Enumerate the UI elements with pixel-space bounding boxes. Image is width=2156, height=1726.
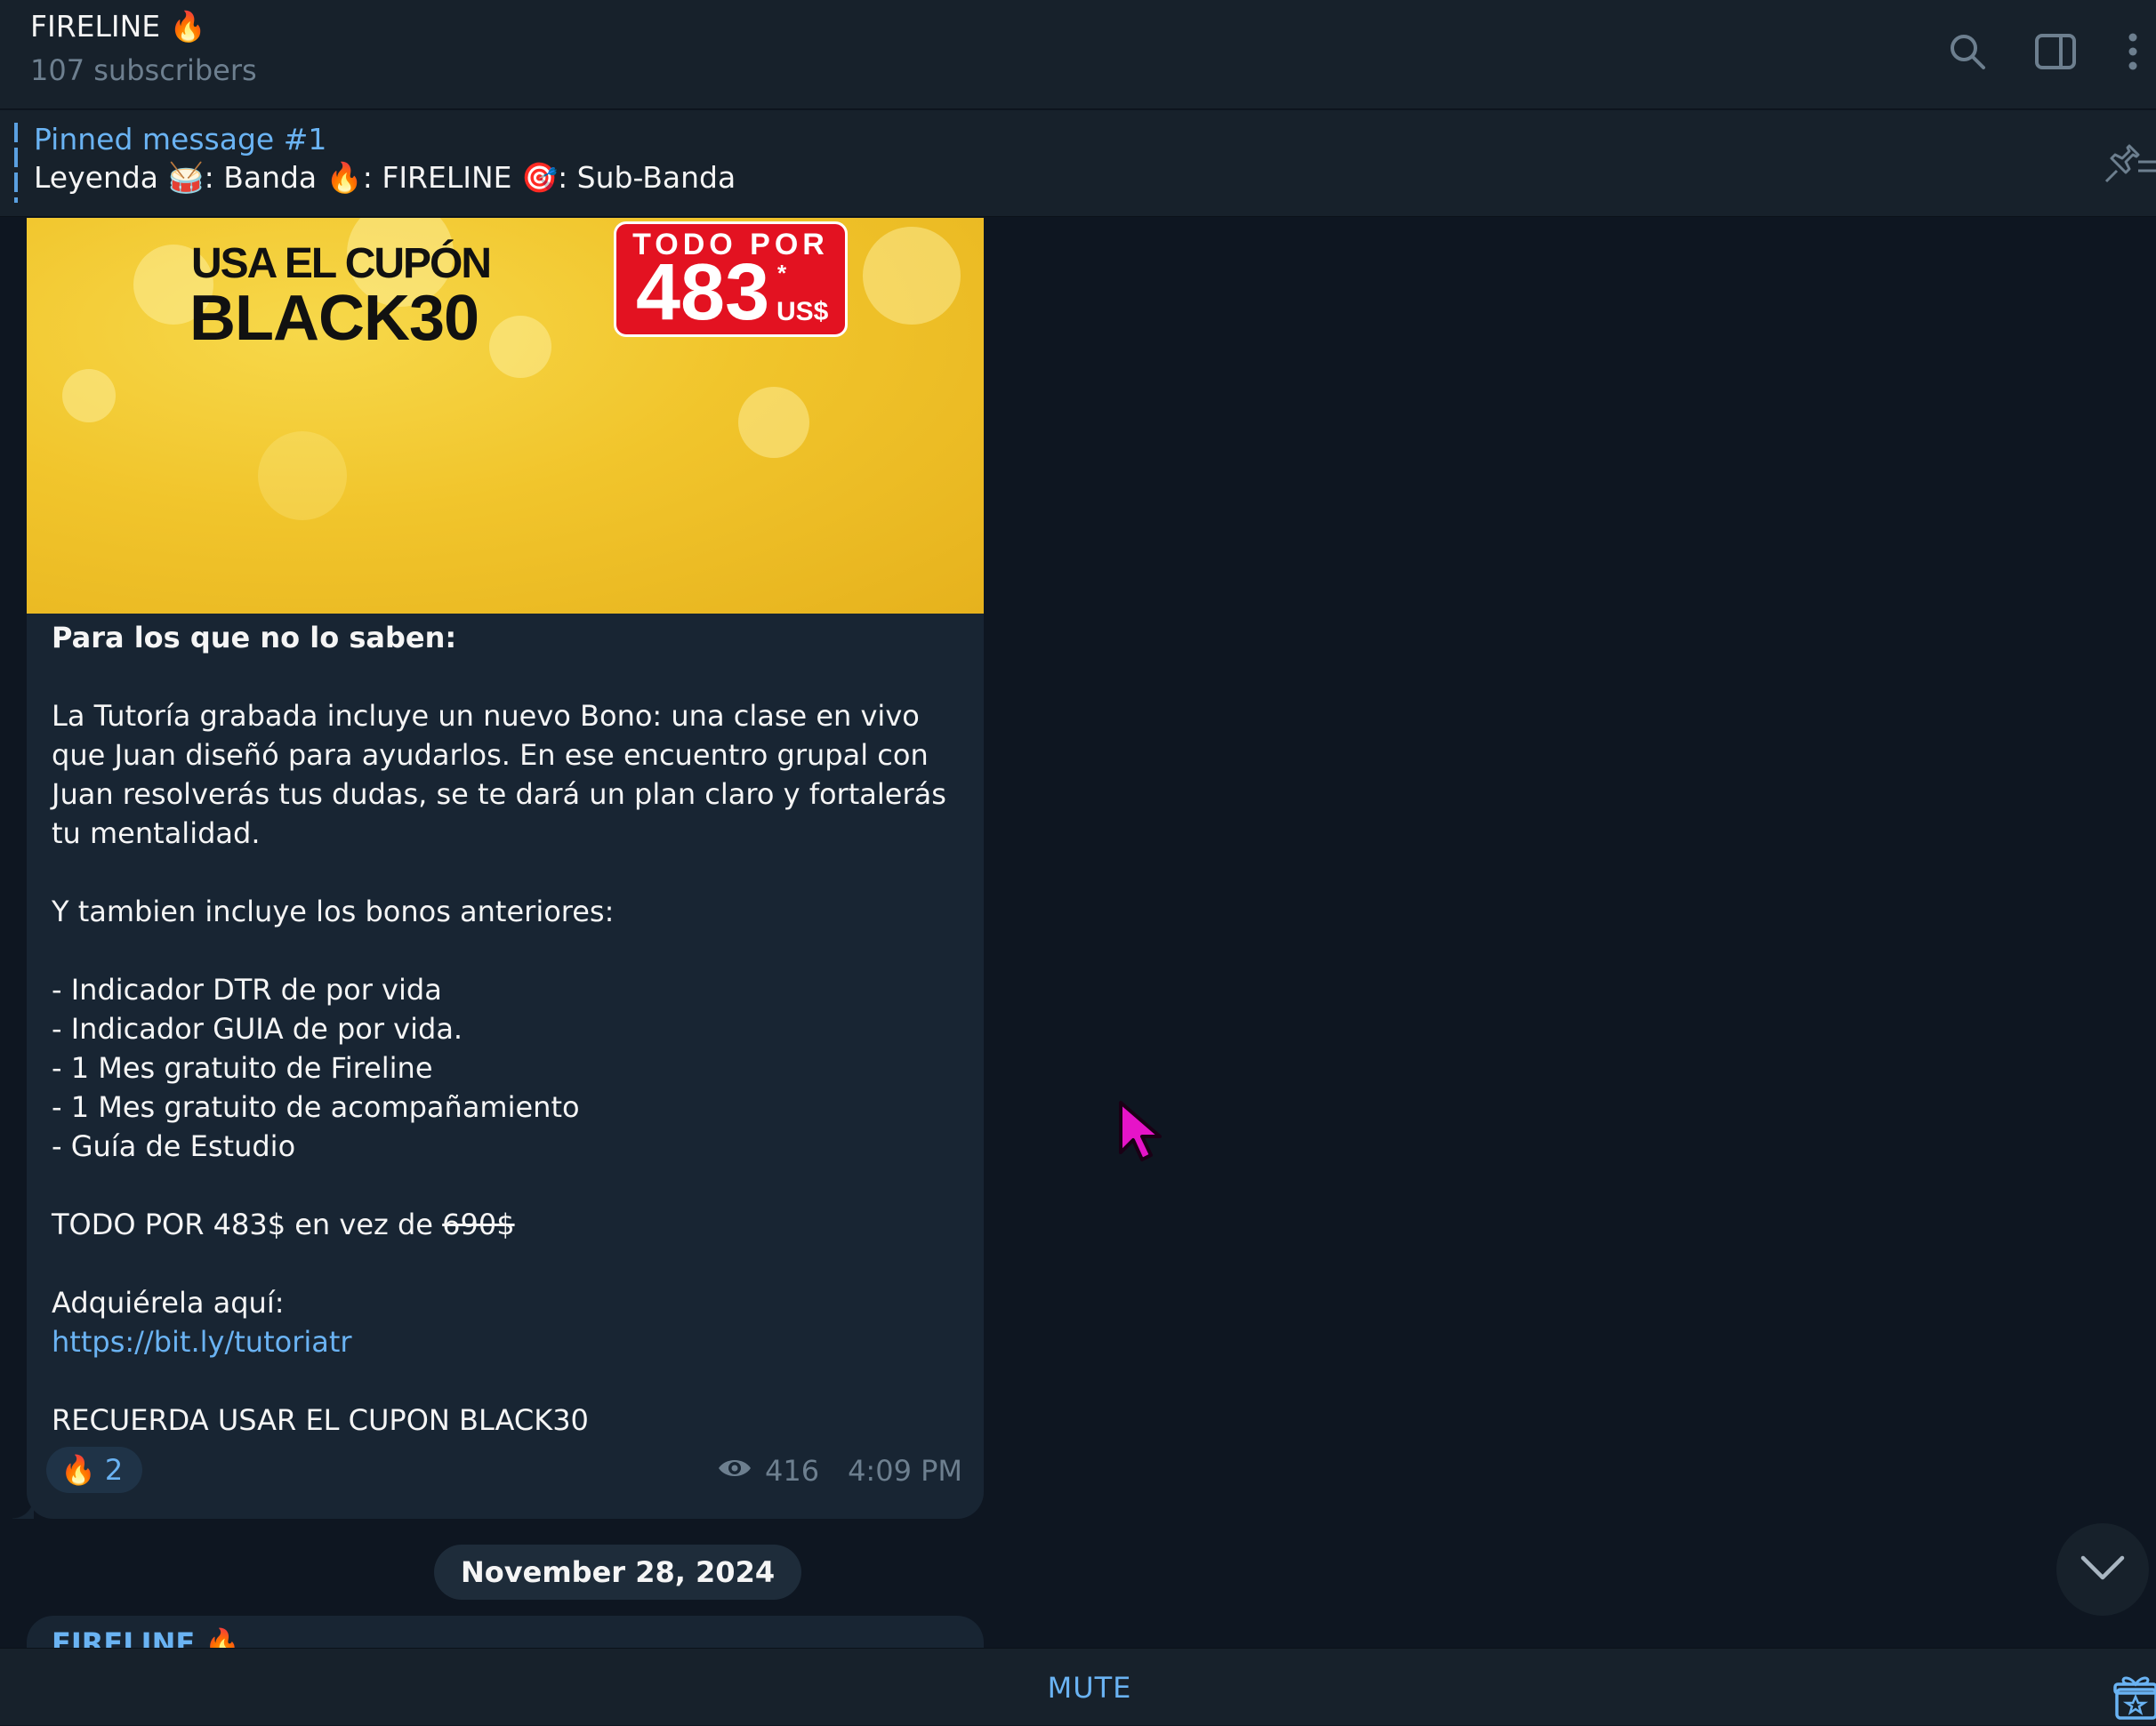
pinned-title: Pinned message #1 [34,122,327,157]
bonus-item: - Indicador GUIA de por vida. [52,1012,463,1046]
reminder-text: RECUERDA USAR EL CUPON BLACK30 [52,1403,589,1437]
pinned-indicator [14,123,18,203]
search-icon[interactable] [1943,27,1992,76]
price-currency: US$ [776,297,829,326]
gift-icon[interactable] [2113,1674,2156,1720]
chevron-down-icon [2080,1554,2126,1585]
chat-header: FIRELINE 🔥 107 subscribers [0,0,2156,109]
coupon-code: BLACK30 [189,283,479,354]
price-asterisk: * [777,260,787,286]
sidebar-toggle-icon[interactable] [2031,27,2080,76]
scroll-down-button[interactable] [2056,1523,2149,1616]
tutorial-link[interactable]: https://bit.ly/tutoriatr [52,1325,352,1359]
bonus-item: - 1 Mes gratuito de Fireline [52,1051,433,1085]
message-heading: Para los que no lo saben: [52,621,457,654]
price-amount: 483 [636,248,770,337]
fire-icon: 🔥 [60,1453,96,1487]
price-line-text: TODO POR 483$ en vez de [52,1208,443,1241]
old-price: 690$ [442,1208,515,1241]
subscriber-count[interactable]: 107 subscribers [30,53,257,87]
coupon-caption: USA EL CUPÓN [191,240,492,287]
message-time: 4:09 PM [848,1454,962,1488]
reaction-count: 2 [104,1453,124,1487]
message-bubble[interactable]: FIRELINE 🔥 [27,1616,984,1648]
promo-image[interactable]: USA EL CUPÓN BLACK30 TODO POR 483 * US$ [27,218,984,614]
message-bubble[interactable]: USA EL CUPÓN BLACK30 TODO POR 483 * US$ … [12,218,984,1519]
mute-button[interactable]: MUTE [0,1649,2156,1726]
date-separator: November 28, 2024 [434,1545,802,1600]
bonus-item: - Indicador DTR de por vida [52,973,442,1007]
message-paragraph: La Tutoría grabada incluye un nuevo Bono… [52,699,946,850]
acquire-label: Adquiérela aquí: [52,1286,285,1320]
message-list[interactable]: USA EL CUPÓN BLACK30 TODO POR 483 * US$ … [0,218,2156,1648]
bottom-bar: MUTE [0,1648,2156,1725]
pin-list-icon[interactable] [2099,142,2156,189]
price-badge: TODO POR 483 * US$ [614,221,848,337]
more-vertical-icon[interactable] [2108,27,2156,76]
channel-title[interactable]: FIRELINE 🔥 [30,9,206,44]
message-meta: 416 4:09 PM [717,1454,962,1488]
price-line: TODO POR 483$ en vez de 690$ [52,1205,959,1244]
reaction-chip[interactable]: 🔥 2 [46,1447,143,1493]
view-count: 416 [764,1454,820,1488]
mouse-cursor-icon [1117,1099,1167,1168]
pinned-text: Leyenda 🥁: Banda 🔥: FIRELINE 🎯: Sub-Band… [34,160,736,195]
message-sender: FIRELINE 🔥 [52,1626,241,1648]
pinned-message-bar[interactable]: Pinned message #1 Leyenda 🥁: Banda 🔥: FI… [0,110,2156,217]
message-text: Para los que no lo saben: La Tutoría gra… [52,618,959,1440]
bonus-item: - Guía de Estudio [52,1129,296,1163]
bonus-item: - 1 Mes gratuito de acompañamiento [52,1090,580,1124]
message-paragraph: Y tambien incluye los bonos anteriores: [52,895,615,928]
eye-icon [717,1454,752,1488]
